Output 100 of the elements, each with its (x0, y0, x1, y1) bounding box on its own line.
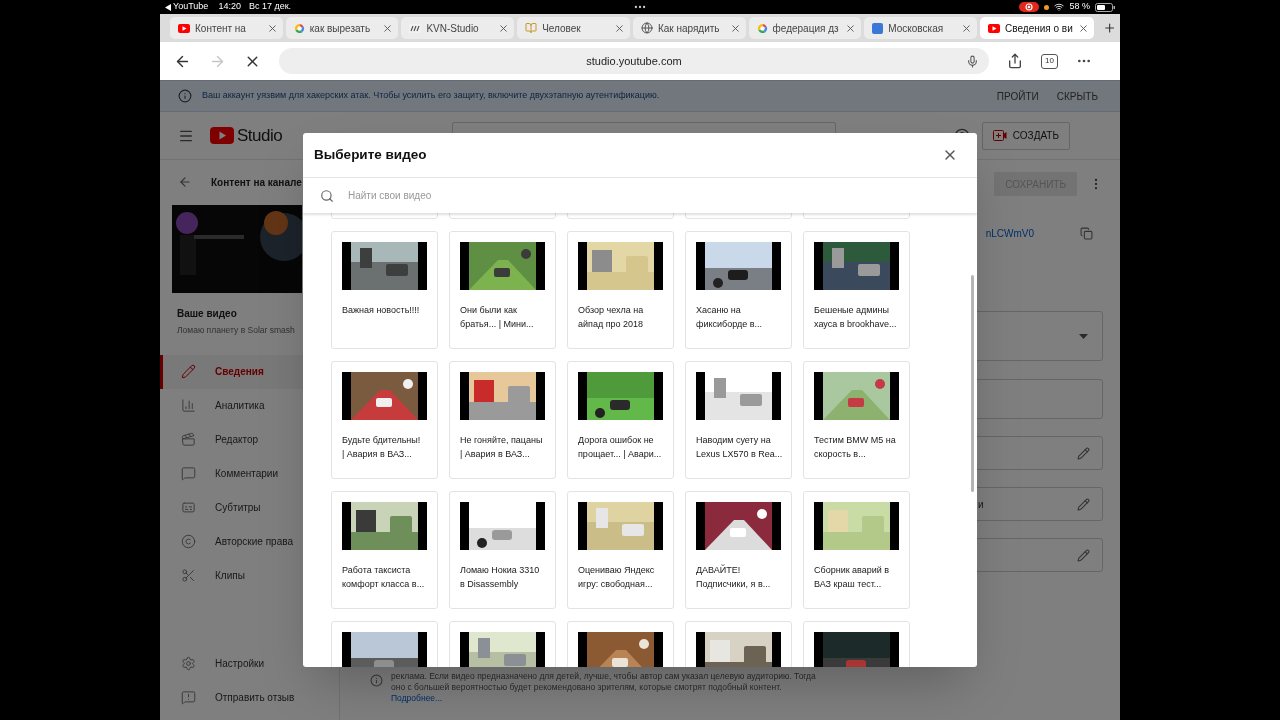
browser-tab[interactable]: как вырезать (285, 17, 399, 39)
screen-record-icon (1019, 2, 1040, 12)
video-title: Не гоняйте, пацаны | Авария в ВАЗ... (460, 434, 544, 461)
info-icon (370, 674, 383, 687)
video-card[interactable]: Тестим BMW M5 на скорость в... (803, 361, 910, 479)
back-app-label[interactable]: YouTube (173, 0, 209, 14)
notice-text: реклама. Если видео предназначено для детей, лучше, чтобы автор сам указал целевую аудиторию. Тогда оно с большей вероятностью будет рекомендовано зрителям, которые смотрят подобный контент. (391, 671, 816, 693)
studio-logo[interactable]: Studio (210, 122, 283, 149)
nav-item[interactable]: Отправить отзыв (160, 680, 339, 714)
close-icon[interactable] (729, 22, 741, 34)
video-card[interactable]: Оцениваю Яндекс игру: свободная... (567, 491, 674, 609)
browser-tab[interactable]: Человек (517, 17, 630, 39)
video-card[interactable]: Дорога ошибок не прощает... | Авари... (567, 361, 674, 479)
feedback-icon (181, 689, 196, 705)
back-link[interactable]: Контент на канале (211, 174, 302, 190)
close-icon[interactable] (498, 22, 510, 34)
tab-title: федерация дз (772, 21, 840, 36)
banner-text: Ваш аккаунт уязвим для хакерских атак. Чтобы усилить его защиту, включите двухэтапную аутентификацию. (202, 89, 660, 103)
video-play-icon (988, 23, 1001, 33)
play-logo-icon (210, 127, 234, 144)
close-icon[interactable] (1077, 22, 1089, 34)
pencil-icon[interactable] (1077, 446, 1090, 460)
browser-tab[interactable]: KVN-Studio (401, 17, 515, 39)
bar-chart-icon (181, 398, 196, 414)
video-title: Бешеные админы хауса в brookhave... (814, 304, 898, 331)
search-icon (320, 188, 334, 203)
address-bar[interactable]: studio.youtube.com (279, 48, 989, 74)
stripes-icon (409, 23, 422, 33)
scrollbar-thumb[interactable] (971, 275, 974, 492)
close-icon[interactable] (382, 22, 394, 34)
video-play-icon (178, 23, 190, 33)
copyright-icon (181, 534, 196, 550)
banner-action[interactable]: ПРОЙТИ (996, 88, 1039, 104)
browser-tab[interactable]: Контент на (170, 17, 283, 39)
video-title: Они были как братья... | Мини... (460, 304, 535, 331)
microphone-icon[interactable] (966, 54, 979, 68)
video-title: Сборник аварий в ВАЗ краш тест... (814, 564, 891, 591)
field-text: и (978, 497, 984, 512)
video-title: Дорога ошибок не прощает... | Авари... (578, 434, 663, 461)
dialog-title: Выберите видео (314, 145, 427, 164)
tab-title: Человек (542, 21, 582, 36)
video-title: Тестим BMW M5 на скорость в... (814, 434, 897, 461)
tab-title: Московская (888, 21, 945, 36)
square-icon (872, 22, 884, 34)
tab-title: Контент на (195, 21, 247, 36)
video-title: Будьте бдительны! | Авария в ВАЗ... (342, 434, 422, 461)
close-icon[interactable] (845, 22, 857, 34)
video-plus-icon (992, 130, 1007, 141)
globe-icon (640, 22, 653, 34)
video-card[interactable]: Они были как братья... | Мини... (449, 231, 556, 349)
video-card[interactable]: Бешеные админы хауса в brookhave... (803, 231, 910, 349)
video-title: Хасаню на фиксиборде в... (696, 304, 763, 331)
tab-title: как вырезать (309, 21, 372, 36)
create-button[interactable]: СОЗДАТЬ (981, 121, 1070, 150)
video-subtitle: Ломаю планету в Solar smash (176, 324, 296, 337)
video-title: Работа таксиста комфорт класса в... (342, 564, 426, 591)
video-title: Важная новость!!!! (342, 304, 421, 317)
section-title: Ваше видео (176, 307, 238, 321)
video-card[interactable]: Сборник аварий в ВАЗ краш тест... (803, 491, 910, 609)
wifi-icon (1054, 2, 1065, 12)
browser-tab[interactable]: федерация дз (748, 17, 862, 39)
tab-title: Сведения о ви (1005, 21, 1073, 36)
video-card[interactable]: Наводим суету на Lexus LX570 в Rea... (685, 361, 792, 479)
browser-tab[interactable]: Сведения о ви (980, 17, 1094, 39)
new-tab-icon[interactable] (1102, 21, 1117, 35)
share-icon[interactable] (1007, 53, 1023, 69)
video-card[interactable]: Обзор чехла на айпад про 2018 (567, 231, 674, 349)
video-card[interactable]: Ломаю Нокиа 3310 в Disassembly (449, 491, 556, 609)
settings-icon (181, 655, 196, 671)
video-title: Ломаю Нокиа 3310 в Disassembly (460, 564, 541, 591)
search-field[interactable]: Найти свои видео (348, 188, 977, 203)
caret-icon (1079, 333, 1088, 339)
video-card[interactable]: Будьте бдительны! | Авария в ВАЗ... (331, 361, 438, 479)
pencil-icon[interactable] (1077, 548, 1090, 562)
video-card[interactable]: Работа таксиста комфорт класса в... (331, 491, 438, 609)
browser-tab[interactable]: Как нарядить (632, 17, 746, 39)
banner-action[interactable]: СКРЫТЬ (1056, 88, 1098, 104)
copy-icon[interactable] (1080, 227, 1093, 240)
pencil-icon[interactable] (1077, 497, 1090, 511)
indicator-dot-icon (1044, 4, 1050, 10)
date: Вс 17 дек. (248, 0, 292, 14)
clapperboard-icon (181, 432, 196, 448)
video-card[interactable]: Не гоняйте, пацаны | Авария в ВАЗ... (449, 361, 556, 479)
browser-tab[interactable]: Московская (864, 17, 978, 39)
video-card[interactable]: Хасаню на фиксиборде в... (685, 231, 792, 349)
info-icon (178, 89, 192, 103)
book-icon (525, 22, 538, 34)
colored-ring-icon (293, 22, 305, 34)
speech-bubble-icon (181, 466, 196, 482)
close-icon[interactable] (266, 22, 278, 34)
battery-icon (1095, 2, 1115, 12)
tab-title: KVN-Studio (426, 21, 480, 36)
video-title: Оцениваю Яндекс игру: свободная... (578, 564, 656, 591)
nav-item[interactable]: Настройки (160, 646, 339, 680)
close-icon[interactable] (613, 22, 625, 34)
back-triangle-icon[interactable] (165, 3, 171, 11)
video-card[interactable]: Важная новость!!!! (331, 231, 438, 349)
video-card[interactable]: ДАВАЙТЕ! Подписчики, я в... (685, 491, 792, 609)
tab-count-button[interactable]: 10 (1041, 53, 1058, 69)
close-icon[interactable] (961, 22, 973, 34)
